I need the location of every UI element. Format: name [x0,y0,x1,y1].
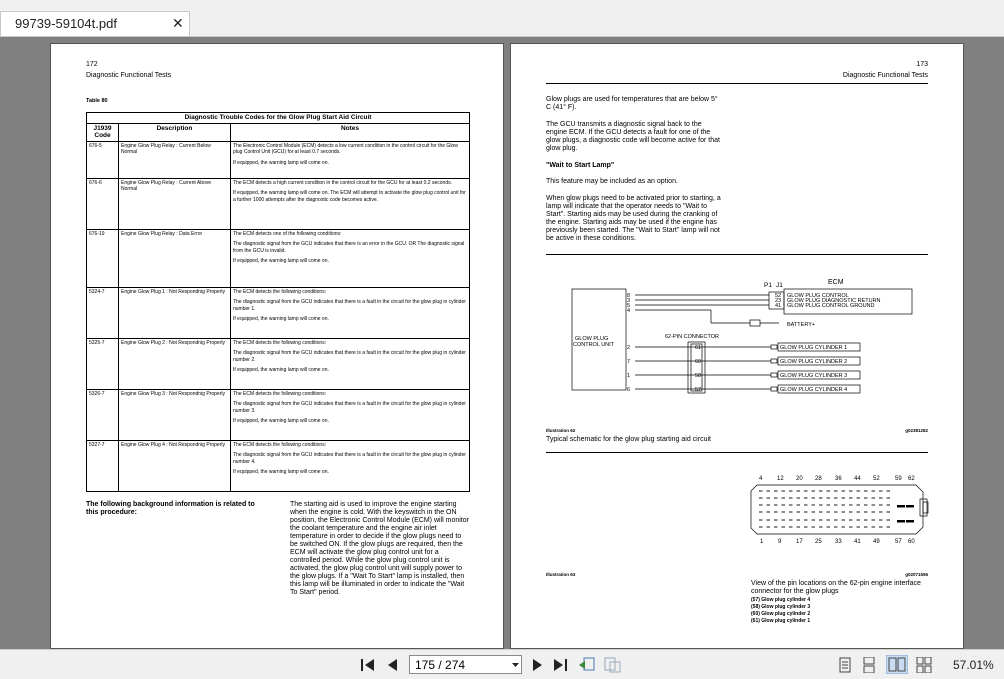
background-text: The starting aid is used to improve the … [290,501,469,596]
illustration-label: Illustration 63 [546,572,576,577]
svg-text:36: 36 [835,476,842,482]
list-item: (58) Glow plug cylinder 3 [751,604,811,610]
close-icon[interactable]: ✕ [172,15,184,32]
table-row: 676-19 Engine Glow Plug Relay : Data Err… [86,228,471,288]
list-item: (61) Glow plug cylinder 1 [751,618,811,624]
column-header: Description [118,122,231,142]
svg-text:60: 60 [908,539,915,545]
page-number-value: 175 / 274 [415,658,466,672]
illustration-caption: View of the pin locations on the 62-pin … [751,580,921,595]
zoom-level[interactable]: 57.01% [953,658,994,672]
table-row: 676-6 Engine Glow Plug Relay : Current A… [86,177,471,230]
next-page-icon[interactable] [532,659,542,671]
dtc-description: Engine Glow Plug Relay : Data Error [118,228,231,288]
dtc-code: 5325-7 [86,337,119,390]
table-row: 5327-7 Engine Glow Plug 4 : Not Respondn… [86,439,471,492]
svg-text:44: 44 [854,476,861,482]
dtc-notes: The Electronic Control Module (ECM) dete… [229,140,471,179]
dtc-description: Engine Glow Plug 1 : Not Respondnig Prop… [118,286,231,339]
svg-text:4: 4 [759,476,763,482]
chevron-down-icon[interactable] [512,663,519,668]
dtc-notes: The ECM detects the following conditions… [229,439,471,492]
single-page-view-icon[interactable] [838,657,852,673]
dtc-notes: The ECM detects the following conditions… [229,337,471,390]
table-row: 676-5 Engine Glow Plug Relay : Current B… [86,140,471,179]
two-page-continuous-icon[interactable] [916,657,932,673]
svg-text:62: 62 [908,476,915,482]
dtc-code: 676-19 [86,228,119,288]
page-selector[interactable]: 175 / 274 [409,655,522,674]
dtc-description: Engine Glow Plug 3 : Not Respondnig Prop… [118,388,231,441]
list-item: (60) Glow plug cylinder 2 [751,611,811,617]
go-forward-view-icon[interactable] [604,657,622,673]
dtc-notes: The ECM detects the following conditions… [229,286,471,339]
pin-list: (57) Glow plug cylinder 4 (58) Glow plug… [751,597,810,625]
connector-pin-diagram: 4 12 20 28 36 44 52 59 62 1 9 17 25 33 4… [750,476,929,545]
svg-text:52: 52 [873,476,880,482]
svg-text:28: 28 [815,476,822,482]
table-label: Table 80 [86,98,108,104]
page-number: 172 [86,61,98,68]
page-173: 173 Diagnostic Functional Tests Glow plu… [510,43,964,649]
svg-text:33: 33 [835,539,842,545]
list-item: (57) Glow plug cylinder 4 [751,597,811,603]
svg-text:20: 20 [796,476,803,482]
dtc-code: 676-5 [86,140,119,179]
dtc-description: Engine Glow Plug Relay : Current Above N… [118,177,231,230]
go-back-view-icon[interactable] [578,657,596,673]
dtc-code: 5326-7 [86,388,119,441]
page-172: 172 Diagnostic Functional Tests Table 80… [50,43,504,649]
two-page-view-icon[interactable] [886,655,908,674]
dtc-description: Engine Glow Plug 2 : Not Respondnig Prop… [118,337,231,390]
table-row: 5324-7 Engine Glow Plug 1 : Not Respondn… [86,286,471,339]
tab-title: 99739-59104t.pdf [15,16,117,31]
dtc-table: Diagnostic Trouble Codes for the Glow Pl… [85,112,471,492]
table-row: 5326-7 Engine Glow Plug 3 : Not Respondn… [86,388,471,441]
dtc-notes: The ECM detects a high current condition… [229,177,471,230]
dtc-code: 5327-7 [86,439,119,492]
previous-page-icon[interactable] [388,659,398,671]
page-header: Diagnostic Functional Tests [86,72,172,79]
dtc-code: 5324-7 [86,286,119,339]
bottom-toolbar: 175 / 274 57.01% [0,649,1004,679]
illustration-id: g02071556 [905,572,928,577]
svg-text:25: 25 [815,539,822,545]
svg-text:57: 57 [895,539,902,545]
continuous-view-icon[interactable] [862,657,876,673]
svg-text:9: 9 [778,539,782,545]
background-heading: The following background information is … [86,501,255,516]
svg-text:49: 49 [873,539,880,545]
dtc-description: Engine Glow Plug 4 : Not Respondnig Prop… [118,439,231,492]
dtc-code: 676-6 [86,177,119,230]
table-caption: Diagnostic Trouble Codes for the Glow Pl… [85,112,471,124]
column-header: J1939 Code [86,122,119,142]
dtc-notes: The ECM detects one of the following con… [229,228,471,288]
dtc-description: Engine Glow Plug Relay : Current Below N… [118,140,231,179]
svg-text:12: 12 [777,476,784,482]
document-viewer[interactable]: 172 Diagnostic Functional Tests Table 80… [0,37,1004,649]
dtc-notes: The ECM detects the following conditions… [229,388,471,441]
first-page-icon[interactable] [361,659,375,671]
table-row: 5325-7 Engine Glow Plug 2 : Not Respondn… [86,337,471,390]
tab-bar: 99739-59104t.pdf ✕ [0,0,1004,37]
svg-text:59: 59 [895,476,902,482]
svg-text:1: 1 [760,539,764,545]
last-page-icon[interactable] [554,659,568,671]
svg-text:17: 17 [796,539,803,545]
column-header: Notes [229,122,471,142]
svg-text:41: 41 [854,539,861,545]
document-tab[interactable]: 99739-59104t.pdf ✕ [0,11,190,36]
